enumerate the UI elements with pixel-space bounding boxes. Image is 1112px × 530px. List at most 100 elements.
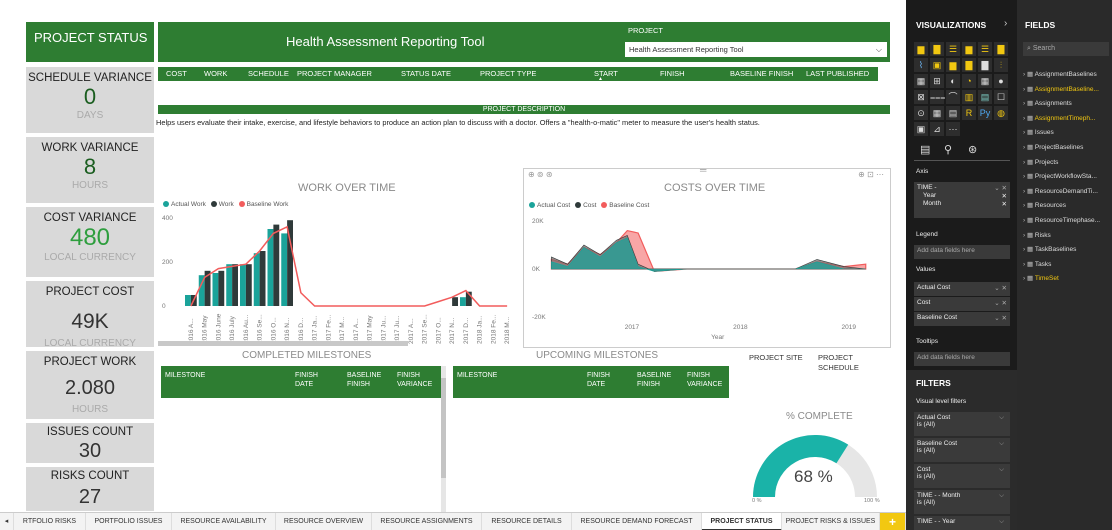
col-finish-variance[interactable]: FINISH VARIANCE bbox=[687, 371, 722, 389]
value-actual-cost[interactable]: Actual Cost ⌄ ✕ bbox=[914, 282, 1010, 296]
visual-type-icon[interactable]: ⌒ bbox=[946, 90, 960, 104]
tab-resource-availability[interactable]: RESOURCE AVAILABILITY bbox=[172, 513, 276, 530]
visual-type-icon[interactable]: Py bbox=[978, 106, 992, 120]
visual-options-icon[interactable]: ⊕ ⊡ ⋯ bbox=[858, 170, 884, 179]
visual-type-icon[interactable]: ◍ bbox=[994, 106, 1008, 120]
col-status-date[interactable]: STATUS DATE bbox=[401, 67, 451, 80]
tab-scroll-left-icon[interactable]: ◂ bbox=[0, 513, 14, 530]
tab-resource-details[interactable]: RESOURCE DETAILS bbox=[482, 513, 572, 530]
visual-type-icon[interactable]: ⊙ bbox=[914, 106, 928, 120]
chevron-down-icon[interactable]: ⌵ bbox=[999, 466, 1004, 474]
visual-type-icon[interactable]: ▦ bbox=[930, 106, 944, 120]
visual-type-icon[interactable]: ▦ bbox=[978, 74, 992, 88]
field-table-item[interactable]: › ▦ ProjectBaselines bbox=[1023, 143, 1083, 151]
field-table-item[interactable]: › ▦ TaskBaselines bbox=[1023, 245, 1076, 253]
col-work[interactable]: WORK bbox=[204, 67, 227, 80]
col-baseline-finish[interactable]: BASELINE FINISH bbox=[347, 371, 381, 389]
visual-type-icon[interactable]: ▆ bbox=[914, 42, 928, 56]
visual-type-icon[interactable]: ▇ bbox=[930, 42, 944, 56]
visual-type-icon[interactable]: ▆ bbox=[962, 42, 976, 56]
value-cost[interactable]: Cost ⌄ ✕ bbox=[914, 297, 1010, 311]
filter-card[interactable]: Actual Cost is (All) ⌵ bbox=[914, 412, 1010, 436]
field-table-item[interactable]: › ▦ Tasks bbox=[1023, 260, 1051, 268]
visual-type-icon[interactable]: ▣ bbox=[914, 122, 928, 136]
col-last-published[interactable]: LAST PUBLISHED bbox=[806, 67, 869, 80]
col-milestone[interactable]: MILESTONE bbox=[457, 371, 497, 380]
remove-x-icon[interactable]: ✕ bbox=[1002, 192, 1007, 200]
visual-type-icon[interactable]: ◐ bbox=[946, 74, 960, 88]
axis-item[interactable]: TIME - ⌄ ✕ bbox=[917, 184, 1007, 192]
visual-type-icon[interactable]: ☰ bbox=[946, 42, 960, 56]
visual-type-icon[interactable]: ▇ bbox=[978, 58, 992, 72]
visual-type-icon[interactable]: ▆ bbox=[946, 58, 960, 72]
field-table-item[interactable]: › ▦ Risks bbox=[1023, 231, 1051, 239]
visual-type-icon[interactable]: ▤ bbox=[946, 106, 960, 120]
filter-card[interactable]: TIME - - Month is (All) ⌵ bbox=[914, 490, 1010, 514]
visual-type-icon[interactable]: ☰ bbox=[978, 42, 992, 56]
drill-controls-icon[interactable]: ⊕ ⊚ ⊛ bbox=[528, 170, 553, 179]
field-table-item[interactable]: › ▦ ResourceTimephase... bbox=[1023, 216, 1100, 224]
drag-handle-icon[interactable]: ═ bbox=[700, 165, 706, 175]
visual-type-icon[interactable]: ⊿ bbox=[930, 122, 944, 136]
field-table-item[interactable]: › ▦ AssignmentBaseline... bbox=[1023, 85, 1099, 93]
tab-portfolio-issues[interactable]: PORTFOLIO ISSUES bbox=[86, 513, 172, 530]
visual-type-icon[interactable]: ▇ bbox=[962, 58, 976, 72]
field-table-item[interactable]: › ▦ Issues bbox=[1023, 128, 1054, 136]
add-page-button[interactable]: + bbox=[880, 513, 906, 530]
tab-project-risks-issues[interactable]: PROJECT RISKS & ISSUES bbox=[782, 513, 880, 530]
project-select[interactable]: Health Assessment Reporting Tool ⌵ bbox=[625, 42, 887, 57]
visual-type-icon[interactable]: R bbox=[962, 106, 976, 120]
completed-scrollbar[interactable] bbox=[441, 366, 446, 512]
visual-type-icon[interactable]: ▤ bbox=[978, 90, 992, 104]
remove-x-icon[interactable]: ⌄ ✕ bbox=[994, 314, 1007, 324]
legend-well[interactable]: Add data fields here bbox=[914, 245, 1010, 259]
format-paint-icon[interactable]: ⚲ bbox=[944, 143, 952, 156]
col-milestone[interactable]: MILESTONE bbox=[165, 371, 205, 380]
col-finish[interactable]: FINISH bbox=[660, 67, 685, 80]
col-finish-date[interactable]: FINISH DATE bbox=[587, 371, 621, 389]
axis-item[interactable]: Year ✕ bbox=[917, 192, 1007, 200]
field-table-item[interactable]: › ▦ AssignmentBaselines bbox=[1023, 70, 1097, 78]
tab-resource-overview[interactable]: RESOURCE OVERVIEW bbox=[276, 513, 372, 530]
visual-type-icon[interactable]: ⫶ bbox=[994, 58, 1008, 72]
tooltips-well[interactable]: Add data fields here bbox=[914, 352, 1010, 366]
tab-project-status[interactable]: PROJECT STATUS bbox=[702, 513, 782, 530]
remove-x-icon[interactable]: ⌄ ✕ bbox=[994, 184, 1007, 192]
work-over-time-chart[interactable]: WORK OVER TIME Actual Work Work Baseline… bbox=[158, 168, 518, 348]
col-finish-date[interactable]: FINISH DATE bbox=[295, 371, 329, 389]
filter-card[interactable]: Baseline Cost is (All) ⌵ bbox=[914, 438, 1010, 462]
col-finish-variance[interactable]: FINISH VARIANCE bbox=[397, 371, 432, 389]
visual-type-icon[interactable]: ⩶ bbox=[930, 90, 945, 104]
col-project-manager[interactable]: PROJECT MANAGER bbox=[297, 67, 372, 80]
chevron-down-icon[interactable]: ⌵ bbox=[999, 440, 1004, 448]
visual-type-icon[interactable]: ⋯ bbox=[946, 122, 960, 136]
fields-search-input[interactable]: ⌕ Search bbox=[1023, 42, 1109, 56]
remove-x-icon[interactable]: ⌄ ✕ bbox=[994, 299, 1007, 309]
field-table-item[interactable]: › ▦ AssignmentTimeph... bbox=[1023, 114, 1095, 122]
field-table-item[interactable]: › ▦ ResourceDemandTi... bbox=[1023, 187, 1098, 195]
percent-complete-gauge[interactable]: % COMPLETE 68 % 0 % 100 % bbox=[740, 405, 890, 511]
chevron-down-icon[interactable]: ⌵ bbox=[999, 414, 1004, 422]
field-table-item[interactable]: › ▦ ProjectWorkflowSta... bbox=[1023, 172, 1097, 180]
tab-resource-demand-forecast[interactable]: RESOURCE DEMAND FORECAST bbox=[572, 513, 702, 530]
project-site-link[interactable]: PROJECT SITE bbox=[749, 353, 803, 362]
col-baseline-finish[interactable]: BASELINE FINISH bbox=[730, 67, 793, 80]
costs-over-time-chart[interactable]: ⊕ ⊚ ⊛ ═ ⊕ ⊡ ⋯ COSTS OVER TIME Actual Cos… bbox=[523, 165, 891, 348]
visual-type-icon[interactable]: ⌇ bbox=[914, 58, 928, 72]
fields-well-icon[interactable]: ▤ bbox=[920, 143, 930, 156]
field-table-item[interactable]: › ▦ TimeSet bbox=[1023, 274, 1059, 282]
visual-type-icon[interactable]: ▥ bbox=[962, 90, 976, 104]
filter-card[interactable]: TIME - - Year ⌵ bbox=[914, 516, 1010, 530]
scrollbar-thumb[interactable] bbox=[441, 378, 446, 478]
tab-portfolio-risks[interactable]: RTFOLIO RISKS bbox=[14, 513, 86, 530]
remove-x-icon[interactable]: ⌄ ✕ bbox=[994, 284, 1007, 294]
visual-type-icon[interactable]: ⊠ bbox=[914, 90, 928, 104]
axis-item[interactable]: Month ✕ bbox=[917, 200, 1007, 208]
col-cost[interactable]: COST bbox=[166, 67, 187, 80]
visual-type-icon[interactable]: ▦ bbox=[914, 74, 928, 88]
field-table-item[interactable]: › ▦ Projects bbox=[1023, 158, 1058, 166]
field-table-item[interactable]: › ▦ Assignments bbox=[1023, 99, 1072, 107]
visual-type-icon[interactable]: ⊞ bbox=[930, 74, 944, 88]
analytics-icon[interactable]: ⊛ bbox=[968, 143, 977, 156]
col-project-type[interactable]: PROJECT TYPE bbox=[480, 67, 536, 80]
